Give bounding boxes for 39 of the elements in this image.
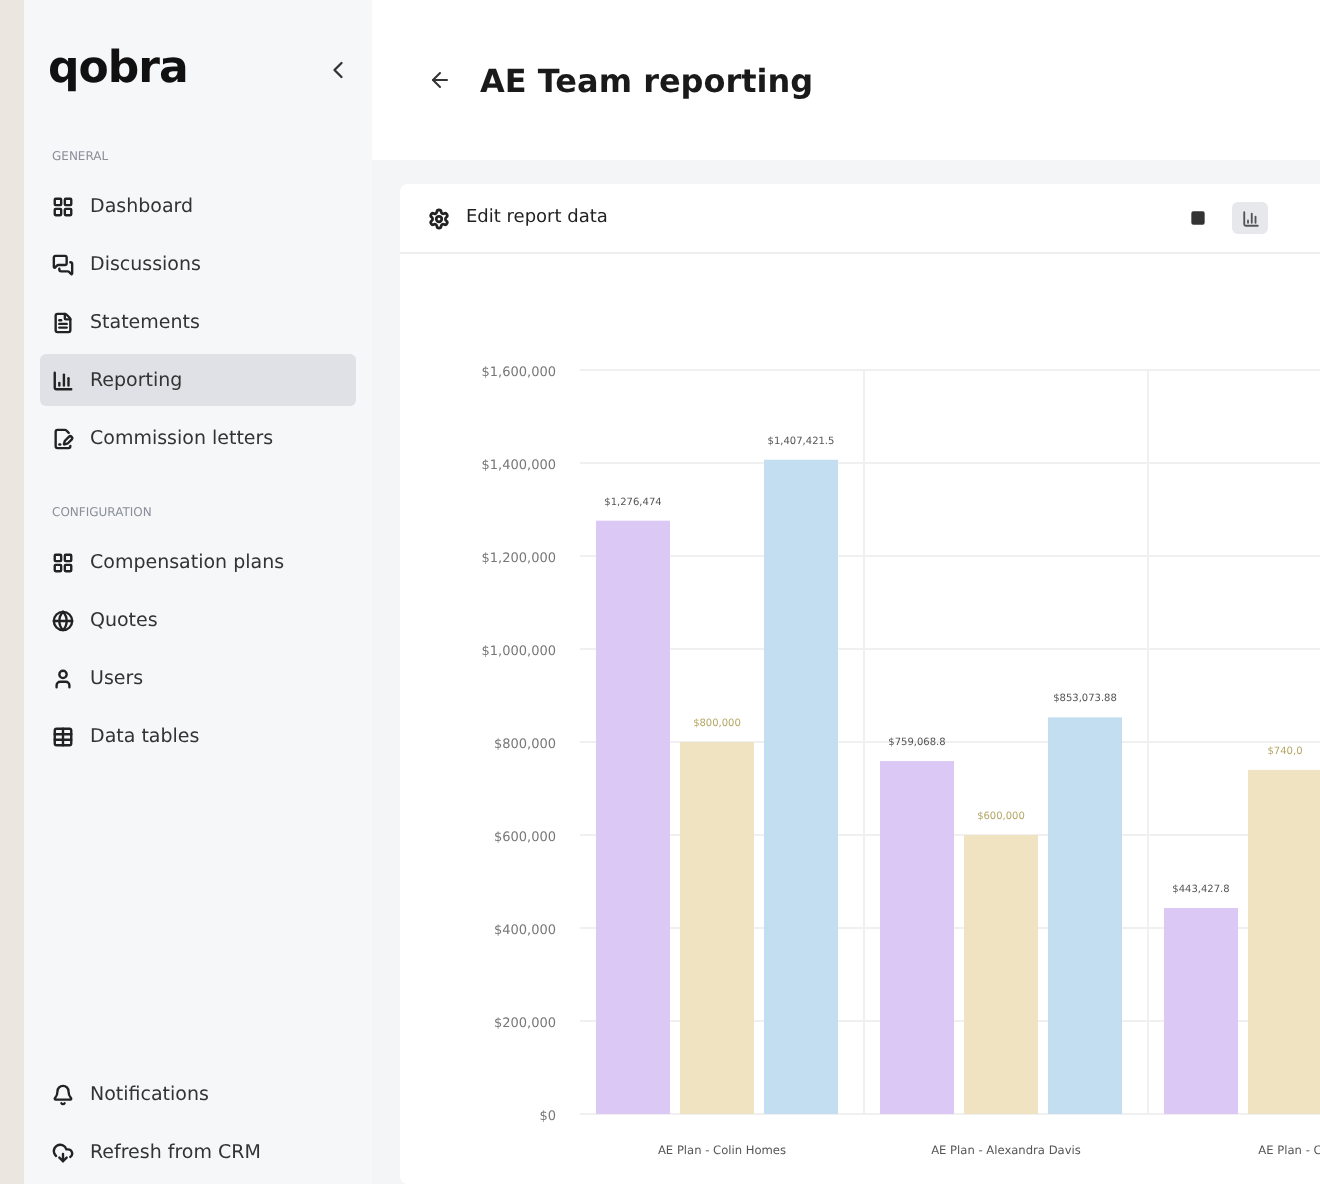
chat-icon [52,253,74,275]
nav-label: Refresh from CRM [90,1141,261,1163]
nav-label: Dashboard [90,195,194,217]
bell-icon [52,1083,74,1105]
nav-label: Statements [90,311,200,333]
nav-item[interactable]: Refresh from CRM [40,1126,356,1178]
nav-label: Notifications [90,1083,209,1105]
page-title: AE Team reporting [480,61,814,99]
nav-label: Quotes [90,609,158,631]
nav-label: Users [90,667,144,689]
nav-item[interactable]: Statements [40,296,356,348]
file-icon [52,311,74,333]
nav-item[interactable]: Data tables [40,710,356,762]
settings-icon[interactable] [428,207,450,229]
nav-item[interactable]: Quotes [40,594,356,646]
logo: qobra [48,44,188,94]
chart-view-button[interactable] [1232,202,1268,234]
bar-chart-icon [1241,209,1259,227]
back-icon[interactable] [428,68,452,92]
nav-item[interactable]: Discussions [40,238,356,290]
nav-item[interactable]: Reporting [40,354,356,406]
nav-label: Discussions [90,253,201,275]
nav-item[interactable]: Users [40,652,356,704]
nav-item[interactable]: Commission letters [40,412,356,464]
globe-icon [52,609,74,631]
nav-label: Commission letters [90,427,274,449]
cloud-icon [52,1141,74,1163]
nav-item[interactable]: Dashboard [40,180,356,232]
chart-icon [52,369,74,391]
nav-item[interactable]: Notifications [40,1068,356,1120]
edit-report-link[interactable]: Edit report data [466,208,608,228]
grid-icon [52,195,74,217]
nav-label: Compensation plans [90,551,285,573]
grid-icon [52,551,74,573]
nav-label: Data tables [90,725,200,747]
user-icon [52,667,74,689]
nav-item[interactable]: Compensation plans [40,536,356,588]
nav-label: Reporting [90,369,183,391]
sign-icon [52,427,74,449]
